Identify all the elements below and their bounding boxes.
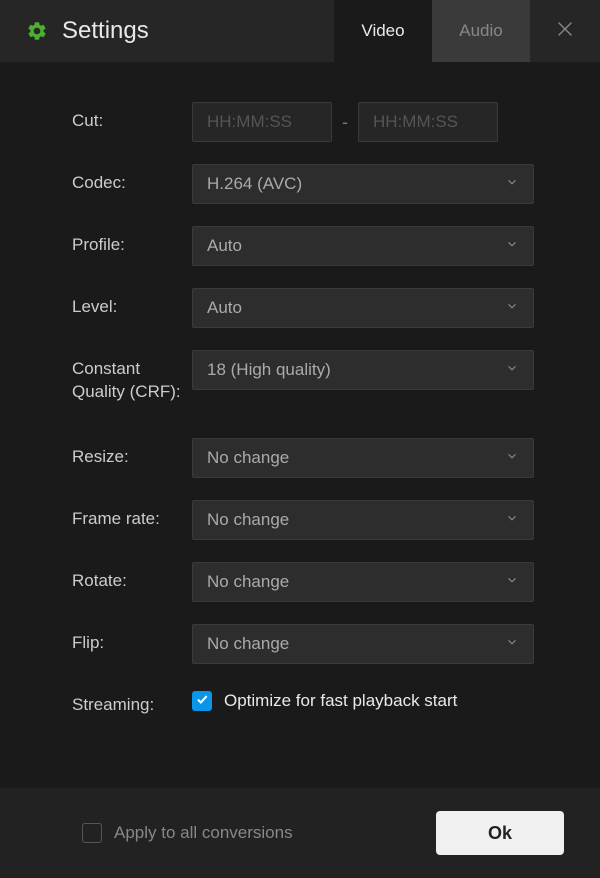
- chevron-down-icon: [505, 448, 519, 468]
- level-label: Level:: [72, 288, 192, 328]
- codec-select[interactable]: H.264 (AVC): [192, 164, 534, 204]
- row-resize: Resize: No change: [72, 438, 550, 478]
- streaming-checkbox[interactable]: [192, 691, 212, 711]
- check-icon: [195, 692, 209, 711]
- cut-from-input[interactable]: [192, 102, 332, 142]
- apply-all-checkbox[interactable]: [82, 823, 102, 843]
- rotate-value: No change: [207, 572, 505, 592]
- row-codec: Codec: H.264 (AVC): [72, 164, 550, 204]
- flip-label: Flip:: [72, 624, 192, 664]
- row-streaming: Streaming: Optimize for fast playback st…: [72, 686, 550, 717]
- row-rotate: Rotate: No change: [72, 562, 550, 602]
- tabs: Video Audio: [334, 0, 530, 62]
- codec-label: Codec:: [72, 164, 192, 204]
- streaming-label: Streaming:: [72, 686, 192, 717]
- header: Settings Video Audio: [0, 0, 600, 62]
- streaming-check-label: Optimize for fast playback start: [224, 691, 457, 711]
- chevron-down-icon: [505, 510, 519, 530]
- gear-icon: [26, 20, 48, 42]
- row-cut: Cut: -: [72, 102, 550, 142]
- resize-value: No change: [207, 448, 505, 468]
- cut-label: Cut:: [72, 102, 192, 142]
- page-title: Settings: [62, 17, 334, 45]
- flip-value: No change: [207, 634, 505, 654]
- tab-video[interactable]: Video: [334, 0, 432, 62]
- row-profile: Profile: Auto: [72, 226, 550, 266]
- profile-label: Profile:: [72, 226, 192, 266]
- cut-to-input[interactable]: [358, 102, 498, 142]
- level-select[interactable]: Auto: [192, 288, 534, 328]
- framerate-value: No change: [207, 510, 505, 530]
- framerate-label: Frame rate:: [72, 500, 192, 540]
- ok-button[interactable]: Ok: [436, 811, 564, 855]
- chevron-down-icon: [505, 236, 519, 256]
- close-icon: [554, 18, 576, 45]
- cut-dash: -: [342, 112, 348, 133]
- codec-value: H.264 (AVC): [207, 174, 505, 194]
- level-value: Auto: [207, 298, 505, 318]
- crf-label: Constant Quality (CRF):: [72, 350, 192, 404]
- chevron-down-icon: [505, 298, 519, 318]
- close-button[interactable]: [530, 18, 600, 45]
- resize-label: Resize:: [72, 438, 192, 478]
- apply-all-wrap: Apply to all conversions: [82, 823, 436, 843]
- chevron-down-icon: [505, 174, 519, 194]
- row-level: Level: Auto: [72, 288, 550, 328]
- profile-value: Auto: [207, 236, 505, 256]
- footer: Apply to all conversions Ok: [0, 788, 600, 878]
- row-framerate: Frame rate: No change: [72, 500, 550, 540]
- crf-select[interactable]: 18 (High quality): [192, 350, 534, 390]
- apply-all-label: Apply to all conversions: [114, 823, 293, 843]
- rotate-label: Rotate:: [72, 562, 192, 602]
- tab-audio[interactable]: Audio: [432, 0, 530, 62]
- flip-select[interactable]: No change: [192, 624, 534, 664]
- resize-select[interactable]: No change: [192, 438, 534, 478]
- rotate-select[interactable]: No change: [192, 562, 534, 602]
- settings-form: Cut: - Codec: H.264 (AVC) Profile: Auto …: [0, 62, 600, 717]
- row-flip: Flip: No change: [72, 624, 550, 664]
- crf-value: 18 (High quality): [207, 360, 505, 380]
- framerate-select[interactable]: No change: [192, 500, 534, 540]
- chevron-down-icon: [505, 572, 519, 592]
- row-crf: Constant Quality (CRF): 18 (High quality…: [72, 350, 550, 404]
- chevron-down-icon: [505, 360, 519, 380]
- chevron-down-icon: [505, 634, 519, 654]
- profile-select[interactable]: Auto: [192, 226, 534, 266]
